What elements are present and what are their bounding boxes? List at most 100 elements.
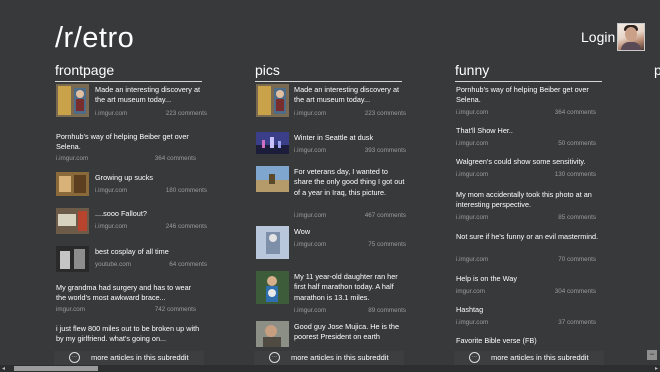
item-title: That'll Show Her..	[456, 126, 513, 135]
item-source: i.imgur.com	[95, 187, 128, 194]
seattle-thumbnail	[256, 132, 289, 154]
ellipsis-circle-icon: ···	[69, 352, 80, 363]
item-comments: 180 comments	[165, 187, 207, 194]
item-comments: 223 comments	[364, 110, 406, 117]
item-title: My 11 year-old daughter ran her first ha…	[294, 272, 398, 302]
item-source: i.imgur.com	[294, 147, 327, 154]
item-source: imgur.com	[56, 306, 86, 313]
list-item[interactable]: For veterans day, I wanted to share the …	[255, 166, 406, 220]
login-link[interactable]: Login	[581, 29, 615, 45]
item-source: i.imgur.com	[294, 212, 327, 219]
item-comments: 130 comments	[554, 171, 596, 178]
item-source: i.imgur.com	[456, 214, 489, 221]
scroll-left-icon[interactable]: ◂	[2, 365, 5, 372]
item-source: i.imgur.com	[294, 241, 327, 248]
item-comments: 364 comments	[154, 155, 196, 162]
item-source: i.imgur.com	[456, 171, 489, 178]
fallout-thumbnail	[56, 208, 89, 234]
app-title: /r/etro	[55, 22, 135, 54]
item-title: Good guy Jose Mujica. He is the poorest …	[294, 322, 400, 342]
ellipsis-circle-icon: ···	[269, 352, 280, 363]
list-item[interactable]: Pornhub's way of helping Beiber get over…	[455, 85, 602, 117]
column-frontpage: frontpage Made an interesting discovery …	[55, 62, 207, 343]
column-header-pics[interactable]: pics	[255, 62, 402, 82]
item-comments: 37 comments	[558, 319, 596, 326]
list-item[interactable]: Help is on the Way imgur.com 304 comments	[455, 274, 602, 296]
item-title: i just flew 800 miles out to be broken u…	[56, 324, 200, 344]
semantic-zoom-minus-icon[interactable]: −	[647, 350, 657, 360]
list-item[interactable]: That'll Show Her.. i.imgur.com 50 comment…	[455, 126, 602, 148]
item-comments: 89 comments	[368, 307, 406, 314]
scroll-right-icon[interactable]: ▸	[655, 365, 658, 372]
scrollbar-thumb[interactable]	[14, 366, 98, 371]
list-item[interactable]: Walgreen's could show some sensitivity. …	[455, 157, 602, 179]
column-header-frontpage[interactable]: frontpage	[55, 62, 202, 82]
item-source: youtube.com	[95, 261, 132, 268]
item-comments: 742 comments	[154, 306, 196, 313]
list-item[interactable]: My mom accidentally took this photo at a…	[455, 190, 602, 222]
item-title: Not sure if he's funny or an evil master…	[456, 232, 599, 241]
list-item[interactable]: Made an interesting discovery at the art…	[55, 84, 207, 124]
item-comments: 70 comments	[558, 256, 596, 263]
item-title: Hashtag	[456, 305, 484, 314]
list-item[interactable]: Wow i.imgur.com 75 comments	[255, 226, 406, 260]
column-header-funny[interactable]: funny	[455, 62, 602, 82]
item-source: i.imgur.com	[294, 307, 327, 314]
list-item[interactable]: ....sooo Fallout? i.imgur.com 246 comment…	[55, 208, 207, 234]
list-item[interactable]: Made an interesting discovery at the art…	[255, 84, 406, 124]
item-comments: 364 comments	[554, 109, 596, 116]
item-source: i.imgur.com	[95, 110, 128, 117]
column-header-partial[interactable]: p	[654, 62, 660, 78]
item-title: For veterans day, I wanted to share the …	[294, 167, 405, 197]
item-comments: 304 comments	[554, 288, 596, 295]
item-title: Pornhub's way of helping Beiber get over…	[456, 85, 589, 105]
item-title: Winter in Seattle at dusk	[294, 133, 374, 142]
growing-up-thumbnail	[56, 172, 89, 196]
item-source: i.imgur.com	[456, 109, 489, 116]
list-item[interactable]: Winter in Seattle at dusk i.imgur.com 393…	[255, 132, 406, 156]
list-item[interactable]: best cosplay of all time youtube.com 64 c…	[55, 246, 207, 272]
item-source: imgur.com	[456, 288, 486, 295]
item-source: i.imgur.com	[456, 140, 489, 147]
column-pics: pics Made an interesting discovery at th…	[255, 62, 406, 347]
list-item[interactable]: Favorite Bible verse (FB)	[455, 336, 602, 348]
item-source: i.imgur.com	[294, 110, 327, 117]
item-title: Help is on the Way	[456, 274, 517, 283]
item-title: My mom accidentally took this photo at a…	[456, 190, 592, 210]
museum-thumbnail	[56, 84, 89, 117]
avatar-face	[625, 27, 637, 41]
column-partial: p If s U i. "I ra W i.	[654, 62, 660, 78]
list-item[interactable]: Growing up sucks i.imgur.com 180 comments	[55, 172, 207, 196]
item-comments: 75 comments	[368, 241, 406, 248]
list-item[interactable]: My 11 year-old daughter ran her first ha…	[255, 271, 406, 315]
item-comments: 246 comments	[165, 223, 207, 230]
more-articles-pics[interactable]: ··· more articles in this subreddit	[254, 351, 404, 365]
item-comments: 85 comments	[558, 214, 596, 221]
list-item[interactable]: i just flew 800 miles out to be broken u…	[55, 324, 202, 346]
more-articles-funny[interactable]: ··· more articles in this subreddit	[454, 351, 604, 365]
item-title: Favorite Bible verse (FB)	[456, 336, 537, 345]
item-title: Wow	[294, 227, 311, 236]
iraq-thumbnail	[256, 166, 289, 192]
user-avatar[interactable]	[617, 23, 645, 51]
list-item[interactable]: Good guy Jose Mujica. He is the poorest …	[255, 321, 402, 347]
item-comments: 393 comments	[364, 147, 406, 154]
list-item[interactable]: Hashtag i.imgur.com 37 comments	[455, 305, 602, 327]
list-item[interactable]: Pornhub's way of helping Beiber get over…	[55, 132, 202, 164]
list-item[interactable]: Not sure if he's funny or an evil master…	[455, 232, 602, 264]
item-comments: 64 comments	[169, 261, 207, 268]
item-title: Growing up sucks	[95, 173, 153, 182]
item-title: Walgreen's could show some sensitivity.	[456, 157, 586, 166]
wow-thumbnail	[256, 226, 289, 259]
mujica-thumbnail	[256, 321, 289, 347]
horizontal-scrollbar[interactable]: ◂ ▸	[0, 365, 660, 372]
more-articles-label: more articles in this subreddit	[291, 353, 389, 362]
item-source: i.imgur.com	[456, 319, 489, 326]
column-funny: funny Pornhub's way of helping Beiber ge…	[455, 62, 602, 345]
more-articles-label: more articles in this subreddit	[491, 353, 589, 362]
more-articles-frontpage[interactable]: ··· more articles in this subreddit	[54, 351, 204, 365]
item-comments: 223 comments	[165, 110, 207, 117]
item-title: ....sooo Fallout?	[95, 209, 147, 218]
item-title: Made an interesting discovery at the art…	[95, 85, 201, 105]
list-item[interactable]: My grandma had surgery and has to wear t…	[55, 283, 202, 317]
